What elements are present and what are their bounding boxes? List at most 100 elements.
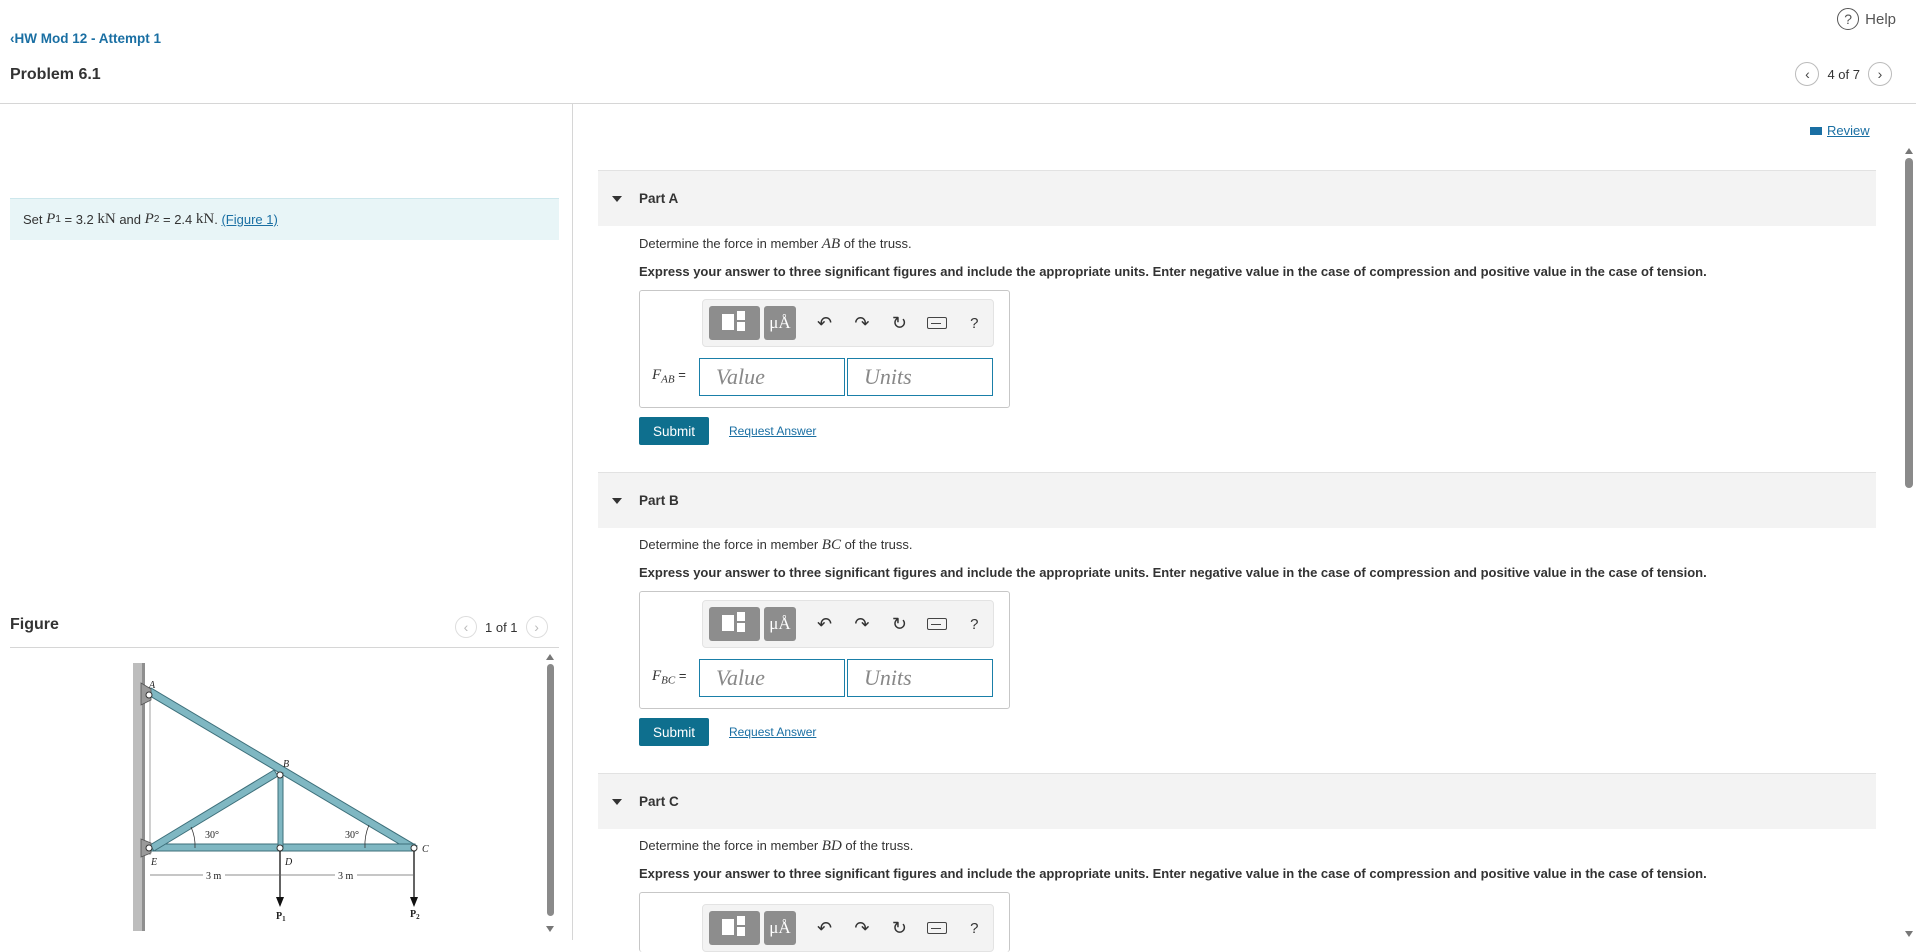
math-toolbar: μÅ ↶ ↷ ↻ ?	[702, 299, 994, 347]
load-arrowhead-P1	[276, 897, 284, 907]
p2-value: = 2.4	[159, 212, 196, 227]
answer-label: FAB =	[652, 367, 686, 386]
back-label: HW Mod 12 - Attempt 1	[14, 31, 162, 46]
review-link[interactable]: Review	[1810, 123, 1870, 138]
and-text: and	[115, 212, 145, 227]
part-a-answer-box: μÅ ↶ ↷ ↻ ? FAB =	[639, 290, 1010, 408]
figure-scroll-down[interactable]	[546, 926, 554, 932]
part-c-header[interactable]: Part C	[598, 773, 1876, 829]
units-button[interactable]: μÅ	[764, 607, 796, 641]
help-button[interactable]: ? Help	[1837, 8, 1896, 30]
reset-button[interactable]: ↻	[881, 607, 918, 641]
value-input[interactable]	[699, 659, 845, 697]
redo-button[interactable]: ↷	[843, 306, 880, 340]
part-b-header[interactable]: Part B	[598, 472, 1876, 528]
figure-scrollbar[interactable]	[547, 664, 554, 916]
reset-button[interactable]: ↻	[881, 306, 918, 340]
part-a-question: Determine the force in member AB of the …	[639, 236, 912, 252]
keyboard-button[interactable]	[918, 306, 955, 340]
templates-icon	[722, 615, 734, 631]
p2-variable: P	[144, 211, 154, 227]
main-scroll-down[interactable]	[1905, 931, 1913, 937]
part-b-instructions: Express your answer to three significant…	[639, 565, 1707, 580]
collapse-caret-icon	[612, 195, 622, 202]
p1-unit: kN	[97, 211, 116, 227]
pin-C	[410, 844, 418, 852]
reset-icon: ↻	[891, 312, 907, 333]
redo-button[interactable]: ↷	[843, 607, 880, 641]
templates-icon	[722, 314, 734, 330]
toolbar-help-button[interactable]: ?	[956, 306, 993, 340]
next-problem-button[interactable]: ›	[1868, 62, 1892, 86]
question-circle-icon: ?	[1837, 8, 1860, 30]
truss-figure: A B C D E 30° 30° 3 m 3 m P1 P2	[133, 663, 429, 931]
label-D: D	[284, 857, 293, 868]
figure-scroll-up[interactable]	[546, 654, 554, 660]
pin-A	[145, 691, 153, 699]
collapse-caret-icon	[612, 497, 622, 504]
keyboard-button[interactable]	[918, 607, 955, 641]
next-figure-button[interactable]: ›	[525, 616, 548, 638]
load-label-P2: P2	[410, 909, 420, 921]
figure-position: 1 of 1	[485, 619, 518, 635]
units-input[interactable]	[847, 659, 993, 697]
label-C: C	[422, 844, 429, 855]
part-b-submit-button[interactable]: Submit	[639, 718, 709, 746]
previous-problem-button[interactable]: ‹	[1795, 62, 1820, 86]
p2-unit: kN	[195, 211, 215, 227]
pin-D	[276, 844, 284, 852]
reset-icon: ↻	[891, 613, 907, 634]
part-c-title: Part C	[639, 794, 679, 809]
member-name: BC	[821, 537, 841, 553]
p1-variable: P	[46, 211, 56, 227]
units-button[interactable]: μÅ	[764, 306, 796, 340]
label-E: E	[150, 857, 157, 868]
part-b-title: Part B	[639, 493, 679, 508]
truss-members	[144, 687, 418, 852]
value-input[interactable]	[699, 358, 845, 396]
math-toolbar: μÅ ↶ ↷ ↻ ?	[702, 600, 994, 648]
member-name: AB	[821, 236, 841, 252]
redo-icon: ↷	[854, 917, 870, 938]
keyboard-icon	[926, 618, 947, 630]
review-label: Review	[1827, 123, 1870, 138]
help-icon: ?	[970, 919, 979, 937]
units-input[interactable]	[847, 358, 993, 396]
main-scroll-up[interactable]	[1905, 148, 1913, 154]
previous-figure-button[interactable]: ‹	[455, 616, 477, 638]
intro-text: Set	[23, 212, 43, 227]
keyboard-icon	[926, 317, 947, 329]
pin-E	[145, 844, 153, 852]
figure-link[interactable]: (Figure 1)	[221, 212, 277, 227]
part-a-request-answer-link[interactable]: Request Answer	[729, 424, 816, 438]
part-b-answer-box: μÅ ↶ ↷ ↻ ? FBC =	[639, 591, 1010, 709]
chevron-right-icon: ›	[534, 619, 539, 635]
back-to-assignment-link[interactable]: ‹HW Mod 12 - Attempt 1	[10, 31, 161, 46]
templates-icon	[722, 919, 734, 935]
part-a-title: Part A	[639, 191, 679, 206]
chevron-right-icon: ›	[1877, 66, 1883, 82]
undo-icon: ↶	[816, 613, 833, 634]
chevron-left-icon: ‹	[1805, 66, 1810, 82]
figure-pager: ‹ 1 of 1 ›	[455, 616, 548, 638]
templates-button[interactable]	[709, 607, 761, 641]
column-divider[interactable]	[572, 103, 573, 940]
keyboard-icon	[926, 922, 947, 934]
toolbar-help-button[interactable]: ?	[956, 607, 993, 641]
part-a-header[interactable]: Part A	[598, 170, 1876, 226]
undo-icon: ↶	[816, 917, 833, 938]
main-scrollbar[interactable]	[1905, 158, 1913, 488]
problem-title: Problem 6.1	[10, 66, 101, 83]
undo-button[interactable]: ↶	[806, 306, 843, 340]
member-BD	[277, 772, 284, 848]
part-c-instructions: Express your answer to three significant…	[639, 866, 1707, 881]
problem-statement: Set P1 = 3.2 kN and P2 = 2.4 kN. (Figure…	[10, 198, 559, 240]
part-a-submit-button[interactable]: Submit	[639, 417, 709, 445]
undo-button[interactable]: ↶	[806, 607, 843, 641]
part-b-request-answer-link[interactable]: Request Answer	[729, 725, 816, 739]
label-B: B	[283, 759, 289, 770]
redo-icon: ↷	[854, 613, 870, 634]
redo-icon: ↷	[854, 312, 870, 333]
templates-button[interactable]	[709, 306, 761, 340]
reset-icon: ↻	[891, 917, 907, 938]
